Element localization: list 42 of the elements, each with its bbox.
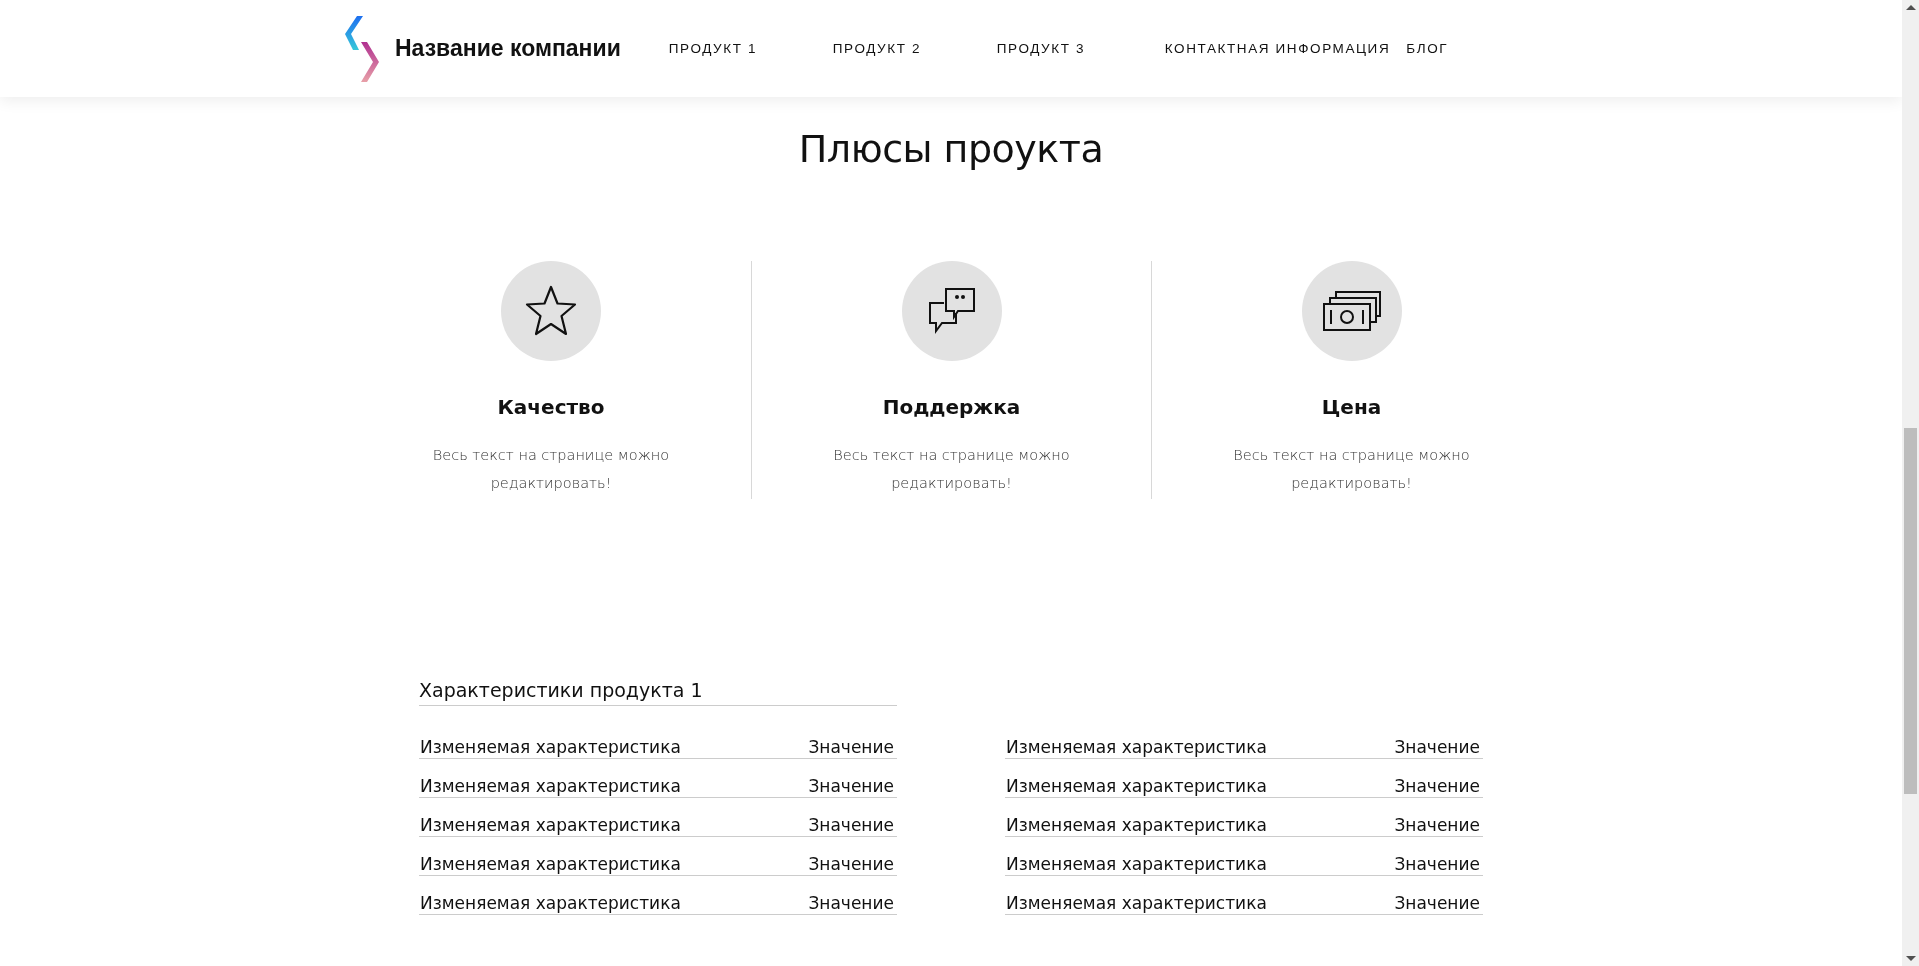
feature-title: Цена bbox=[1321, 395, 1382, 419]
specs-title: Характеристики продукта 1 bbox=[419, 679, 703, 701]
section-title: Плюсы проукта bbox=[798, 127, 1104, 171]
spec-value: Значение bbox=[1394, 853, 1480, 875]
spec-name: Изменяемая характеристика bbox=[420, 892, 681, 914]
spec-name: Изменяемая характеристика bbox=[420, 814, 681, 836]
spec-value: Значение bbox=[808, 892, 894, 914]
spec-value: Значение bbox=[1394, 736, 1480, 758]
chat-bubbles-icon bbox=[927, 287, 976, 335]
scrollbar[interactable] bbox=[1902, 0, 1919, 966]
spec-name: Изменяемая характеристика bbox=[1006, 775, 1267, 797]
spec-name: Изменяемая характеристика bbox=[1006, 814, 1267, 836]
scroll-down-icon[interactable] bbox=[1905, 956, 1916, 961]
feature-text: Весь текст на странице можно редактировать! bbox=[1232, 446, 1471, 493]
nav-link[interactable]: ПРОДУКТ 1 bbox=[668, 41, 833, 56]
spec-value: Значение bbox=[808, 853, 894, 875]
feature-title: Качество bbox=[497, 395, 605, 419]
nav-link[interactable]: ПРОДУКТ 3 bbox=[996, 41, 1165, 56]
spec-value: Значение bbox=[808, 814, 894, 836]
spec-name: Изменяемая характеристика bbox=[1006, 736, 1267, 758]
spec-value: Значение bbox=[808, 775, 894, 797]
spec-name: Изменяемая характеристика bbox=[1006, 853, 1267, 875]
scroll-up-icon[interactable] bbox=[1905, 5, 1916, 10]
spec-name: Изменяемая характеристика bbox=[1006, 892, 1267, 914]
nav-link[interactable]: КОНТАКТНАЯ ИНФОРМАЦИЯ bbox=[1164, 41, 1391, 56]
company-name: Название компании bbox=[395, 35, 621, 62]
feature-title: Поддержка bbox=[882, 395, 1021, 419]
spec-value: Значение bbox=[1394, 892, 1480, 914]
spec-name: Изменяемая характеристика bbox=[420, 853, 681, 875]
scrollbar-thumb[interactable] bbox=[1904, 428, 1917, 794]
nav-link[interactable]: ПРОДУКТ 2 bbox=[832, 41, 997, 56]
feature-text: Весь текст на странице можно редактировать! bbox=[832, 446, 1071, 493]
spec-value: Значение bbox=[1394, 775, 1480, 797]
spec-value: Значение bbox=[1394, 814, 1480, 836]
star-icon bbox=[523, 284, 579, 338]
logo-icon[interactable] bbox=[343, 13, 381, 84]
spec-value: Значение bbox=[808, 736, 894, 758]
banknotes-icon bbox=[1321, 290, 1382, 332]
feature-text: Весь текст на странице можно редактировать! bbox=[431, 446, 671, 493]
nav-link[interactable]: БЛОГ bbox=[1406, 41, 1449, 56]
spec-name: Изменяемая характеристика bbox=[420, 736, 681, 758]
spec-name: Изменяемая характеристика bbox=[420, 775, 681, 797]
